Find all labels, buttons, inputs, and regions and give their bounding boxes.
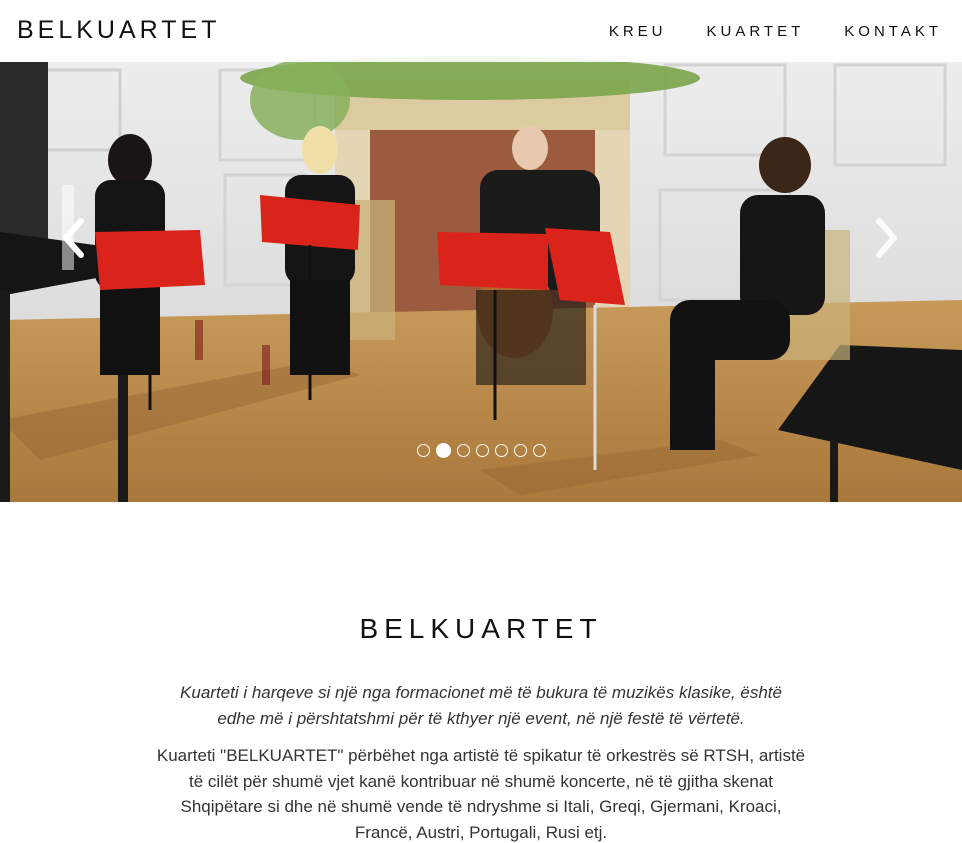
- carousel-indicator-dot[interactable]: [417, 444, 430, 457]
- carousel-next-button[interactable]: [866, 216, 906, 260]
- carousel-indicator-dot[interactable]: [476, 444, 489, 457]
- about-title: BELKUARTET: [359, 613, 603, 644]
- carousel-slide-image: [0, 0, 962, 502]
- about-lead-text: Kuarteti i harqeve si një nga formacione…: [180, 683, 782, 728]
- carousel-indicator-dot[interactable]: [457, 444, 470, 457]
- carousel-indicator-dot[interactable]: [436, 443, 451, 458]
- nav-links: KREU KUARTET KONTAKT: [589, 0, 962, 62]
- carousel-indicator-dot[interactable]: [495, 444, 508, 457]
- hero-carousel: [0, 0, 962, 502]
- carousel-indicator-dot[interactable]: [533, 444, 546, 457]
- about-body-text: Kuarteti "BELKUARTET" përbëhet nga artis…: [156, 746, 806, 842]
- nav-link-kuartet[interactable]: KUARTET: [687, 23, 825, 40]
- nav-link-kontakt[interactable]: KONTAKT: [824, 23, 962, 40]
- brand-logo-link[interactable]: BELKUARTET: [17, 16, 220, 45]
- carousel-indicator-dot[interactable]: [514, 444, 527, 457]
- chevron-right-icon: [876, 218, 897, 258]
- chevron-left-icon: [63, 218, 84, 258]
- navbar: BELKUARTET KREU KUARTET KONTAKT: [0, 0, 962, 62]
- about-section: BELKUARTET Kuarteti i harqeve si një nga…: [0, 502, 962, 843]
- carousel-prev-button[interactable]: [54, 216, 94, 260]
- nav-link-kreu[interactable]: KREU: [589, 23, 687, 40]
- carousel-indicators: [0, 443, 962, 458]
